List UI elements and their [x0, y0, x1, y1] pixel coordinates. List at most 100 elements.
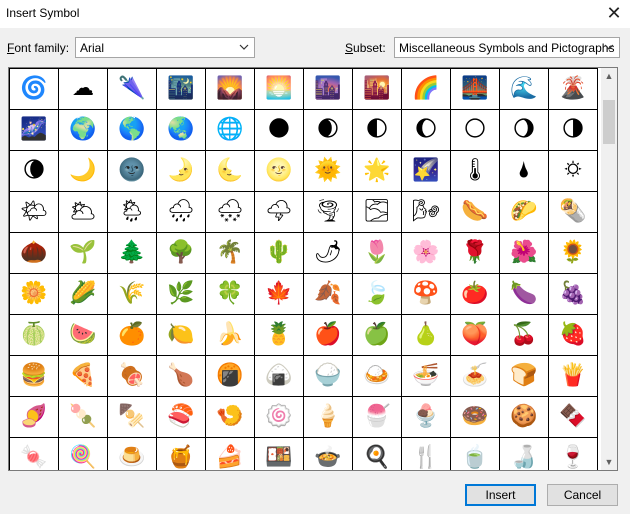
symbol-cell[interactable]: 🌗: [548, 109, 598, 151]
symbol-cell[interactable]: 🍴: [401, 437, 451, 470]
symbol-cell[interactable]: 🍰: [205, 437, 255, 470]
symbol-cell[interactable]: 🌥: [58, 191, 108, 233]
symbol-cell[interactable]: 🍱: [254, 437, 304, 470]
symbol-cell[interactable]: 🌙: [58, 150, 108, 192]
symbol-cell[interactable]: 🌕: [450, 109, 500, 151]
symbol-cell[interactable]: 🍲: [303, 437, 353, 470]
symbol-cell[interactable]: 🌖: [499, 109, 549, 151]
symbol-cell[interactable]: 🍛: [352, 355, 402, 397]
symbol-cell[interactable]: 🍔: [9, 355, 59, 397]
symbol-cell[interactable]: 🌛: [156, 150, 206, 192]
symbol-cell[interactable]: 🌳: [156, 232, 206, 274]
symbol-cell[interactable]: 🍇: [548, 273, 598, 315]
close-icon[interactable]: ✕: [604, 3, 624, 23]
symbol-cell[interactable]: 🍥: [254, 396, 304, 438]
symbol-cell[interactable]: 🌾: [107, 273, 157, 315]
symbol-cell[interactable]: 🌘: [9, 150, 59, 192]
symbol-cell[interactable]: 🍀: [205, 273, 255, 315]
symbol-cell[interactable]: 🍙: [254, 355, 304, 397]
cancel-button[interactable]: Cancel: [547, 484, 618, 506]
symbol-cell[interactable]: 🌪: [303, 191, 353, 233]
symbol-cell[interactable]: 🍗: [156, 355, 206, 397]
symbol-cell[interactable]: 🍐: [401, 314, 451, 356]
symbol-cell[interactable]: 🍂: [303, 273, 353, 315]
symbol-cell[interactable]: 🌠: [401, 150, 451, 192]
symbol-cell[interactable]: 🍭: [58, 437, 108, 470]
symbol-cell[interactable]: 🌧: [156, 191, 206, 233]
symbol-cell[interactable]: 🍆: [499, 273, 549, 315]
symbol-cell[interactable]: 🌺: [499, 232, 549, 274]
symbol-cell[interactable]: 🌫: [352, 191, 402, 233]
symbol-cell[interactable]: 🍃: [352, 273, 402, 315]
symbol-cell[interactable]: 🍷: [548, 437, 598, 470]
symbol-cell[interactable]: 🌌: [9, 109, 59, 151]
scroll-thumb[interactable]: [603, 100, 615, 144]
symbol-cell[interactable]: 🍶: [499, 437, 549, 470]
symbol-cell[interactable]: 🌔: [401, 109, 451, 151]
symbol-cell[interactable]: 🌓: [352, 109, 402, 151]
symbol-cell[interactable]: 🍧: [352, 396, 402, 438]
symbol-cell[interactable]: 🍢: [107, 396, 157, 438]
symbol-cell[interactable]: 🌚: [107, 150, 157, 192]
symbol-cell[interactable]: 🍵: [450, 437, 500, 470]
symbol-cell[interactable]: 🍊: [107, 314, 157, 356]
symbol-cell[interactable]: 🌻: [548, 232, 598, 274]
symbol-cell[interactable]: 🌷: [352, 232, 402, 274]
subset-select[interactable]: Miscellaneous Symbols and Pictographs: [394, 37, 620, 58]
symbol-cell[interactable]: 🌂: [107, 68, 157, 110]
scroll-up-icon[interactable]: ▲: [601, 68, 617, 84]
symbol-cell[interactable]: 🌀: [9, 68, 59, 110]
symbol-cell[interactable]: 🌉: [450, 68, 500, 110]
symbol-cell[interactable]: 🌄: [205, 68, 255, 110]
symbol-cell[interactable]: 🍣: [156, 396, 206, 438]
symbol-cell[interactable]: 🍳: [352, 437, 402, 470]
symbol-cell[interactable]: 🌱: [58, 232, 108, 274]
symbol-cell[interactable]: 🌞: [303, 150, 353, 192]
symbol-cell[interactable]: 🍍: [254, 314, 304, 356]
symbol-cell[interactable]: 🍌: [205, 314, 255, 356]
symbol-cell[interactable]: 🍄: [401, 273, 451, 315]
symbol-cell[interactable]: 🌰: [9, 232, 59, 274]
symbol-cell[interactable]: 🌎: [107, 109, 157, 151]
font-family-select[interactable]: Arial: [75, 37, 255, 58]
symbol-cell[interactable]: 🌡: [450, 150, 500, 192]
symbol-cell[interactable]: 🌐: [205, 109, 255, 151]
symbol-cell[interactable]: 🌹: [450, 232, 500, 274]
symbol-cell[interactable]: 🌆: [303, 68, 353, 110]
symbol-cell[interactable]: 🌃: [156, 68, 206, 110]
symbol-cell[interactable]: 🍮: [107, 437, 157, 470]
symbol-cell[interactable]: 🌮: [499, 191, 549, 233]
symbol-cell[interactable]: 🍟: [548, 355, 598, 397]
symbol-cell[interactable]: 🍎: [303, 314, 353, 356]
symbol-cell[interactable]: 🍠: [9, 396, 59, 438]
insert-button[interactable]: Insert: [465, 484, 536, 506]
symbol-cell[interactable]: 🌨: [205, 191, 255, 233]
symbol-cell[interactable]: 🌏: [156, 109, 206, 151]
symbol-cell[interactable]: 🍦: [303, 396, 353, 438]
symbol-cell[interactable]: 🌣: [548, 150, 598, 192]
symbol-cell[interactable]: 🍁: [254, 273, 304, 315]
symbol-cell[interactable]: 🌿: [156, 273, 206, 315]
symbol-cell[interactable]: 🍕: [58, 355, 108, 397]
symbol-cell[interactable]: 🌝: [254, 150, 304, 192]
symbol-cell[interactable]: 🍞: [499, 355, 549, 397]
symbol-cell[interactable]: 🍨: [401, 396, 451, 438]
symbol-cell[interactable]: 🍖: [107, 355, 157, 397]
symbol-cell[interactable]: 🌒: [303, 109, 353, 151]
symbol-cell[interactable]: 🍤: [205, 396, 255, 438]
symbol-cell[interactable]: 🌬: [401, 191, 451, 233]
symbol-cell[interactable]: 🌦: [107, 191, 157, 233]
symbol-cell[interactable]: 🌈: [401, 68, 451, 110]
symbol-cell[interactable]: 🍜: [401, 355, 451, 397]
symbol-cell[interactable]: 🍋: [156, 314, 206, 356]
symbol-cell[interactable]: 🍫: [548, 396, 598, 438]
symbol-cell[interactable]: 🍩: [450, 396, 500, 438]
scroll-down-icon[interactable]: ▼: [601, 454, 617, 470]
symbol-cell[interactable]: 🍒: [499, 314, 549, 356]
symbol-cell[interactable]: 🍈: [9, 314, 59, 356]
symbol-cell[interactable]: 🍘: [205, 355, 255, 397]
symbol-cell[interactable]: 🌍: [58, 109, 108, 151]
symbol-cell[interactable]: 🍡: [58, 396, 108, 438]
symbol-cell[interactable]: 🍅: [450, 273, 500, 315]
symbol-cell[interactable]: 🌭: [450, 191, 500, 233]
